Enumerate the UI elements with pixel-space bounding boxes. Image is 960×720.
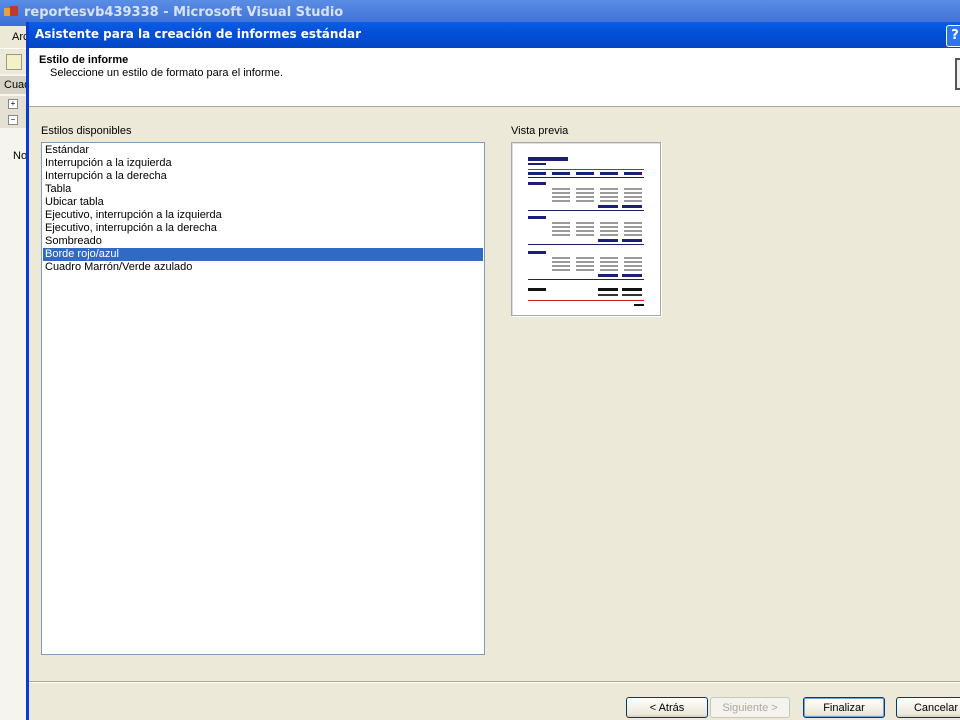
- wizard-icon: [955, 58, 960, 90]
- styles-label: Estilos disponibles: [41, 125, 132, 137]
- list-item[interactable]: Ejecutivo, interrupción a la derecha: [43, 222, 483, 235]
- dialog-title-bar: Asistente para la creación de informes e…: [29, 22, 960, 48]
- new-file-icon[interactable]: [6, 54, 22, 70]
- step-title: Estilo de informe: [39, 54, 129, 66]
- list-item[interactable]: Sombreado: [43, 235, 483, 248]
- footer-separator: [29, 681, 960, 683]
- wizard-header: Estilo de informe Seleccione un estilo d…: [29, 48, 960, 107]
- list-item[interactable]: Interrupción a la derecha: [43, 170, 483, 183]
- list-item[interactable]: Estándar: [43, 144, 483, 157]
- list-item-selected[interactable]: Borde rojo/azul: [43, 248, 483, 261]
- styles-listbox[interactable]: Estándar Interrupción a la izquierda Int…: [41, 142, 485, 655]
- cancel-button[interactable]: Cancelar: [896, 697, 960, 718]
- panel-text: No: [13, 150, 28, 162]
- back-button[interactable]: < Atrás: [626, 697, 708, 718]
- list-item[interactable]: Tabla: [43, 183, 483, 196]
- report-wizard-dialog: Asistente para la creación de informes e…: [26, 22, 960, 720]
- collapse-icon[interactable]: −: [8, 115, 18, 125]
- vs-window-title: reportesvb439338 - Microsoft Visual Stud…: [24, 5, 344, 20]
- help-button[interactable]: ?: [946, 25, 960, 47]
- step-subtitle: Seleccione un estilo de formato para el …: [50, 67, 283, 79]
- dialog-title: Asistente para la creación de informes e…: [35, 27, 362, 41]
- preview-label: Vista previa: [511, 125, 569, 137]
- next-button[interactable]: Siguiente >: [710, 697, 790, 718]
- expand-icon[interactable]: +: [8, 99, 18, 109]
- visual-studio-icon: [4, 6, 18, 16]
- list-item[interactable]: Ejecutivo, interrupción a la izquierda: [43, 209, 483, 222]
- list-item[interactable]: Ubicar tabla: [43, 196, 483, 209]
- list-item[interactable]: Interrupción a la izquierda: [43, 157, 483, 170]
- preview-image: [528, 157, 644, 306]
- style-preview: [511, 142, 661, 316]
- finish-button[interactable]: Finalizar: [803, 697, 885, 718]
- list-item[interactable]: Cuadro Marrón/Verde azulado: [43, 261, 483, 274]
